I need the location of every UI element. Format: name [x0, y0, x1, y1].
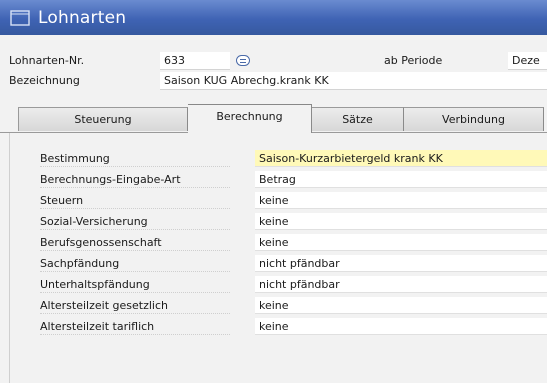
ab-periode-value: Deze — [512, 54, 540, 67]
field-row-sozial-versicherung: Sozial-Versicherung keine — [27, 213, 547, 230]
field-row-steuern: Steuern keine — [27, 192, 547, 209]
header-row-bezeichnung: Bezeichnung Saison KUG Abrechg.krank KK — [0, 72, 547, 90]
header-row-nr: Lohnarten-Nr. 633 ab Periode Deze — [0, 52, 547, 70]
lohnarten-nr-value: 633 — [164, 54, 185, 67]
field-row-sachpfaendung: Sachpfändung nicht pfändbar — [27, 255, 547, 272]
field-label: Berechnungs-Eingabe-Art — [40, 173, 230, 188]
tab-label: Sätze — [342, 113, 373, 126]
matchcode-button[interactable] — [236, 55, 250, 66]
field-value-bestimmung[interactable]: Saison-Kurzarbietergeld krank KK — [255, 150, 547, 167]
ab-periode-field[interactable]: Deze — [508, 52, 547, 70]
window-titlebar: Lohnarten — [0, 0, 547, 35]
field-label: Steuern — [40, 194, 230, 209]
lohnarten-nr-label: Lohnarten-Nr. — [9, 54, 85, 67]
field-label: Altersteilzeit tariflich — [40, 320, 230, 335]
bezeichnung-field[interactable]: Saison KUG Abrechg.krank KK — [160, 72, 547, 90]
tab-label: Berechnung — [216, 110, 283, 123]
ab-periode-label: ab Periode — [384, 54, 443, 67]
field-label: Altersteilzeit gesetzlich — [40, 299, 230, 314]
field-label: Sozial-Versicherung — [40, 215, 230, 230]
field-label: Unterhaltspfändung — [40, 278, 230, 293]
field-label: Bestimmung — [40, 152, 230, 167]
tab-berechnung[interactable]: Berechnung — [188, 104, 312, 133]
field-value-sachpfaendung[interactable]: nicht pfändbar — [255, 255, 547, 272]
field-row-berechnungs-eingabe-art: Berechnungs-Eingabe-Art Betrag — [27, 171, 547, 188]
tab-label: Verbindung — [442, 113, 505, 126]
bezeichnung-value: Saison KUG Abrechg.krank KK — [164, 74, 329, 87]
lohnarten-nr-field[interactable]: 633 — [160, 52, 230, 70]
field-row-altersteilzeit-tariflich: Altersteilzeit tariflich keine — [27, 318, 547, 335]
field-value-altersteilzeit-gesetzlich[interactable]: keine — [255, 297, 547, 314]
field-row-bestimmung: Bestimmung Saison-Kurzarbietergeld krank… — [27, 150, 547, 167]
bezeichnung-label: Bezeichnung — [9, 74, 80, 87]
tab-steuerung[interactable]: Steuerung — [18, 107, 188, 131]
field-label: Berufsgenossenschaft — [40, 236, 230, 251]
field-label: Sachpfändung — [40, 257, 230, 272]
tab-verbindung[interactable]: Verbindung — [404, 107, 544, 131]
field-row-berufsgenossenschaft: Berufsgenossenschaft keine — [27, 234, 547, 251]
field-row-altersteilzeit-gesetzlich: Altersteilzeit gesetzlich keine — [27, 297, 547, 314]
tab-label: Steuerung — [74, 113, 132, 126]
field-value-berufsgenossenschaft[interactable]: keine — [255, 234, 547, 251]
field-value-berechnungs-eingabe-art[interactable]: Betrag — [255, 171, 547, 188]
window-title: Lohnarten — [38, 7, 127, 28]
tab-strip: Steuerung Berechnung Sätze Verbindung — [0, 104, 547, 133]
field-value-sozial-versicherung[interactable]: keine — [255, 213, 547, 230]
tab-saetze[interactable]: Sätze — [312, 107, 404, 131]
window-icon — [10, 9, 30, 26]
field-value-altersteilzeit-tariflich[interactable]: keine — [255, 318, 547, 335]
field-value-steuern[interactable]: keine — [255, 192, 547, 209]
field-row-unterhaltspfaendung: Unterhaltspfändung nicht pfändbar — [27, 276, 547, 293]
field-value-unterhaltspfaendung[interactable]: nicht pfändbar — [255, 276, 547, 293]
